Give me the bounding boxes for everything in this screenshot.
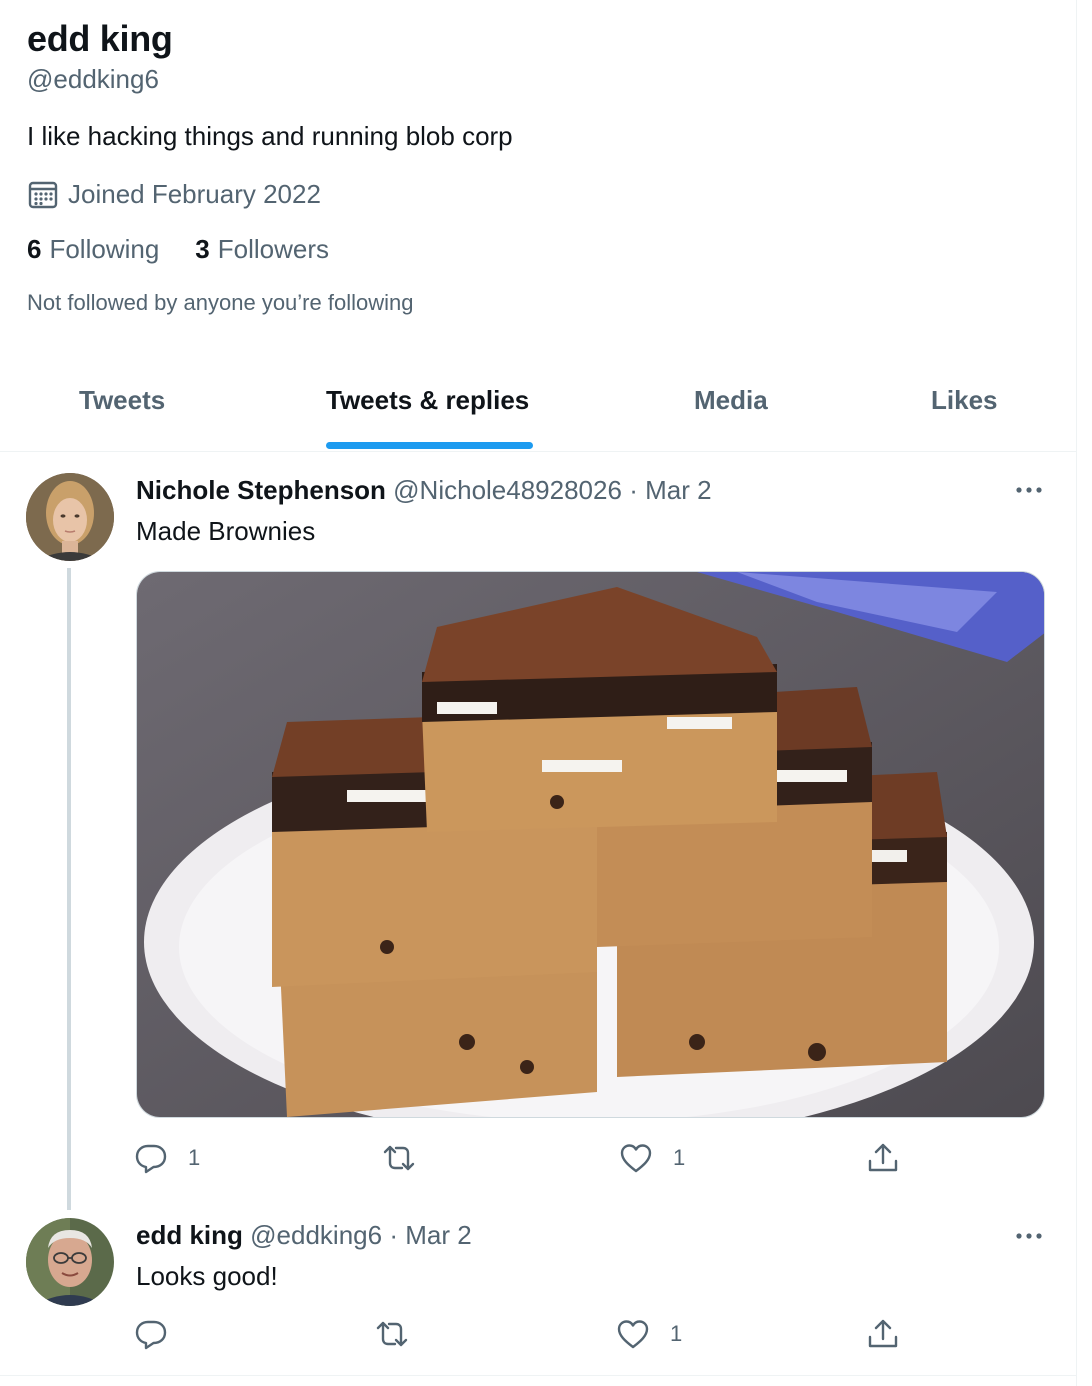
tweet-text: Made Brownies	[136, 516, 316, 546]
tweet-date[interactable]: Mar 2	[645, 475, 711, 505]
like-button[interactable]: 1	[619, 1141, 685, 1175]
avatar[interactable]	[26, 473, 114, 561]
following-label: Following	[49, 234, 160, 264]
profile-page: edd king @eddking6 I like hacking things…	[0, 0, 1092, 1386]
profile-name: edd king	[27, 18, 173, 59]
tab-likes[interactable]: Likes	[868, 360, 1076, 452]
heart-icon	[620, 1144, 652, 1173]
tweet-divider	[0, 1375, 1076, 1376]
reply-icon	[135, 1144, 167, 1174]
retweet-icon	[376, 1321, 408, 1347]
tweet-handle[interactable]: @eddking6	[250, 1220, 382, 1250]
following-link[interactable]: 6 Following	[27, 234, 159, 265]
reply-icon	[135, 1320, 167, 1350]
calendar-icon	[27, 178, 59, 210]
retweet-button[interactable]	[375, 1317, 429, 1351]
tab-tweets[interactable]: Tweets	[0, 360, 244, 452]
like-count: 1	[673, 1145, 686, 1170]
more-icon[interactable]	[1010, 480, 1050, 500]
more-icon[interactable]	[1010, 1226, 1050, 1246]
tweet-author[interactable]: Nichole Stephenson	[136, 475, 386, 505]
thread-line	[67, 568, 71, 1210]
like-button[interactable]: 1	[616, 1317, 682, 1351]
tab-label: Tweets	[79, 385, 166, 415]
retweet-button[interactable]	[382, 1141, 436, 1175]
tab-label: Media	[694, 385, 768, 415]
share-button[interactable]	[866, 1141, 900, 1175]
tweet-date[interactable]: Mar 2	[405, 1220, 471, 1250]
retweet-icon	[383, 1145, 415, 1171]
reply-button[interactable]: 1	[134, 1141, 200, 1175]
like-count: 1	[670, 1321, 683, 1346]
not-followed-notice: Not followed by anyone you’re following	[27, 290, 414, 315]
tab-label: Tweets & replies	[326, 385, 530, 415]
tweet-header: Nichole Stephenson @Nichole48928026 · Ma…	[136, 475, 712, 506]
reply-button[interactable]	[134, 1317, 188, 1351]
tweet-header: edd king @eddking6 · Mar 2	[136, 1220, 472, 1251]
heart-icon	[617, 1320, 649, 1349]
tweet-author[interactable]: edd king	[136, 1220, 243, 1250]
column-divider	[1076, 0, 1077, 1386]
share-icon	[868, 1319, 898, 1348]
followers-label: Followers	[217, 234, 330, 264]
followers-count: 3	[195, 234, 210, 264]
profile-handle: @eddking6	[27, 64, 159, 94]
share-icon	[868, 1143, 898, 1172]
profile-bio: I like hacking things and running blob c…	[27, 121, 513, 151]
follow-stats: 6 Following 3 Followers	[27, 234, 365, 265]
tab-media[interactable]: Media	[594, 360, 868, 452]
tweet-media-image[interactable]	[136, 571, 1045, 1118]
active-tab-indicator	[326, 442, 533, 449]
tweet-separator: ·	[629, 475, 638, 505]
followers-link[interactable]: 3 Followers	[195, 234, 329, 265]
tweet-text: Looks good!	[136, 1261, 278, 1291]
profile-tabs: Tweets Tweets & replies Media Likes	[0, 360, 1076, 452]
joined-date: Joined February 2022	[27, 178, 321, 210]
following-count: 6	[27, 234, 42, 264]
tweet-handle[interactable]: @Nichole48928026	[393, 475, 622, 505]
share-button[interactable]	[866, 1317, 900, 1351]
joined-text: Joined February 2022	[68, 178, 321, 209]
avatar[interactable]	[26, 1218, 114, 1306]
tab-tweets-replies[interactable]: Tweets & replies	[244, 360, 594, 452]
tweet-separator: ·	[389, 1220, 398, 1250]
reply-count: 1	[188, 1145, 201, 1170]
tab-label: Likes	[931, 385, 998, 415]
